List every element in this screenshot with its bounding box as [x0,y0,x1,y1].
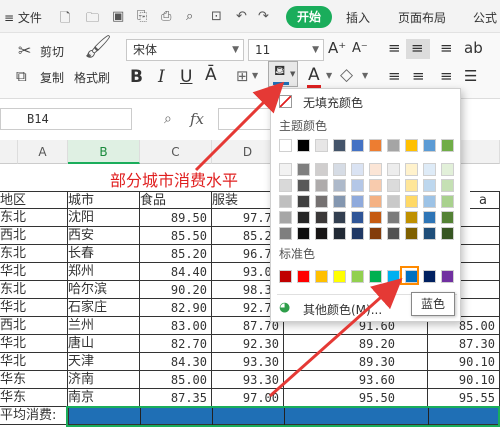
arrow-to-fill-button [194,81,285,172]
annotation-arrows [194,81,403,398]
arrow-to-blue-swatch [269,278,403,398]
